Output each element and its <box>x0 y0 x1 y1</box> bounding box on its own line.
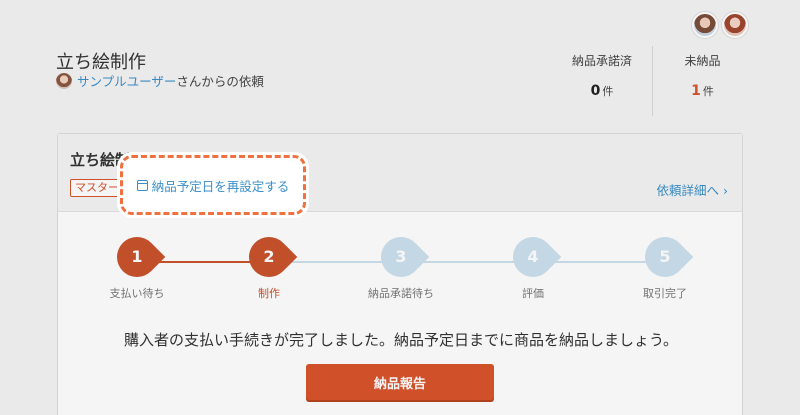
reschedule-link[interactable]: 納品予定日を再設定する <box>131 166 295 204</box>
step-3: 3 納品承諾待ち <box>361 228 441 301</box>
step-5: 5 取引完了 <box>625 228 705 301</box>
stat-label: 未納品 <box>684 54 721 68</box>
step-label: 取引完了 <box>643 287 687 300</box>
stat-accepted: 納品承諾済 0件 <box>552 46 652 116</box>
page: 立ち絵制作 サンプルユーザー さんからの依頼 納品承諾済 0件 未納品 1件 立… <box>0 0 800 415</box>
step-marker: 1 <box>108 228 166 286</box>
status-message: 購入者の支払い手続きが完了しました。納品予定日までに商品を納品しましょう。 <box>123 331 679 349</box>
reschedule-link-label: 納品予定日を再設定する <box>151 178 290 194</box>
avatar[interactable] <box>722 12 748 38</box>
stats: 納品承諾済 0件 未納品 1件 <box>552 46 752 116</box>
step-marker: 5 <box>636 228 694 286</box>
step-label: 納品承諾待ち <box>368 287 434 300</box>
request-detail-link[interactable]: 依頼詳細へ › <box>657 180 728 199</box>
avatar[interactable] <box>692 12 718 38</box>
requester-line: サンプルユーザー さんからの依頼 <box>56 71 264 90</box>
user-avatar-icon <box>56 72 72 89</box>
delivery-report-button[interactable]: 納品報告 <box>306 364 494 400</box>
step-label: 制作 <box>258 287 280 300</box>
calendar-icon <box>136 179 148 191</box>
step-marker: 2 <box>240 228 298 286</box>
step-2: 2 制作 <box>229 228 309 301</box>
requester-suffix: さんからの依頼 <box>176 74 264 89</box>
participants <box>692 12 748 38</box>
stat-label: 納品承諾済 <box>571 54 632 68</box>
stat-value: 0件 <box>590 83 614 99</box>
step-marker: 4 <box>504 228 562 286</box>
step-marker: 3 <box>372 228 430 286</box>
step-label: 評価 <box>522 287 544 300</box>
stat-undelivered: 未納品 1件 <box>652 46 752 116</box>
progress-steps: 1 支払い待ち 2 制作 3 納品承諾待ち 4 評価 5 取引完了 <box>58 228 744 307</box>
step-1: 1 支払い待ち <box>97 228 177 301</box>
step-label: 支払い待ち <box>109 287 165 300</box>
plan-tag: マスター <box>70 179 124 197</box>
highlight-callout: 納品予定日を再設定する <box>120 155 306 215</box>
step-4: 4 評価 <box>493 228 573 301</box>
stat-value: 1件 <box>691 83 714 99</box>
requester-user-link[interactable]: サンプルユーザー <box>77 71 176 90</box>
